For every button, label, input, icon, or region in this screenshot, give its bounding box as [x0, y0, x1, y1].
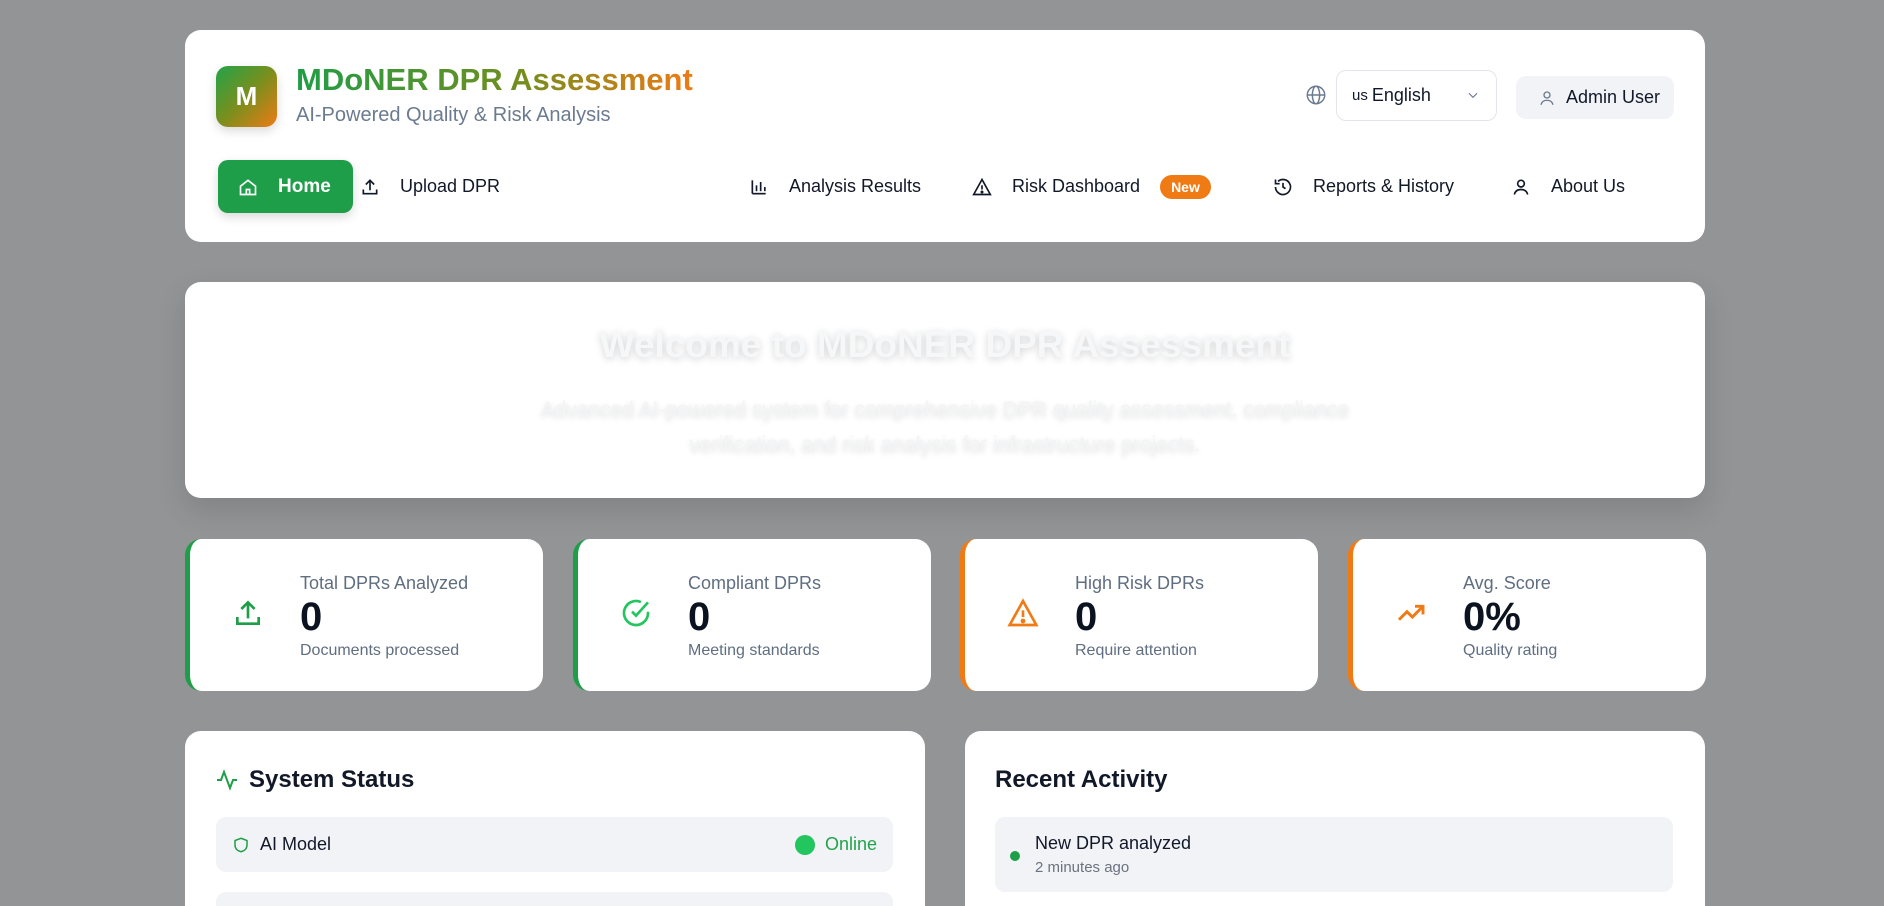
globe-icon	[1306, 85, 1326, 105]
flag-icon: us	[1352, 87, 1368, 104]
hero-banner: Welcome to MDoNER DPR Assessment Advance…	[185, 282, 1705, 498]
user-icon	[1540, 90, 1554, 105]
status-row	[216, 892, 893, 906]
user-menu-button[interactable]: Admin User	[1516, 76, 1674, 119]
stat-label: Avg. Score	[1463, 573, 1551, 593]
stat-subtext: Documents processed	[300, 642, 460, 659]
nav-risk-label: Risk Dashboard	[1012, 176, 1141, 196]
upload-icon	[236, 600, 260, 625]
stat-value: 0	[688, 595, 711, 639]
user-icon	[1513, 179, 1529, 195]
upload-icon	[362, 178, 378, 194]
shield-icon	[234, 836, 248, 853]
home-icon	[239, 178, 257, 195]
activity-text: New DPR analyzed	[1035, 833, 1192, 853]
panel-title: System Status	[215, 766, 414, 794]
hero-description: Advanced AI-powered system for comprehen…	[540, 398, 1350, 456]
chevron-down-icon	[1468, 92, 1478, 99]
nav-upload-label: Upload DPR	[400, 176, 501, 196]
status-label-text: AI Model	[260, 834, 332, 854]
bar-chart-icon	[751, 179, 766, 194]
warning-icon	[972, 177, 992, 195]
trending-up-icon	[1397, 604, 1425, 621]
activity-dot	[1010, 851, 1020, 861]
stat-card-avg-score: Avg. Score 0% Quality rating	[1348, 539, 1706, 691]
app-subtitle: AI-Powered Quality & Risk Analysis	[296, 104, 611, 126]
nav-upload-dpr[interactable]: Upload DPR	[360, 160, 500, 213]
app-title: MDoNER DPR Assessment	[296, 62, 693, 97]
language-label: English	[1371, 85, 1431, 105]
stat-card-compliant-dprs: Compliant DPRs 0 Meeting standards	[573, 539, 931, 691]
status-indicator: Online	[794, 834, 877, 855]
stat-label: Total DPRs Analyzed	[300, 573, 469, 593]
nav-home[interactable]: Home	[218, 160, 353, 213]
stat-card-total-dprs: Total DPRs Analyzed 0 Documents processe…	[185, 539, 543, 691]
nav-analysis-label: Analysis Results	[789, 176, 922, 196]
warning-icon	[1007, 598, 1039, 627]
stat-subtext: Quality rating	[1463, 642, 1558, 659]
nav-about-label: About Us	[1551, 176, 1626, 196]
recent-activity-panel: Recent Activity New DPR analyzed 2 minut…	[965, 731, 1705, 906]
stat-value: 0%	[1463, 595, 1521, 639]
new-badge: New	[1160, 174, 1211, 199]
header-card: M MDoNER DPR Assessment AI-Powered Quali…	[185, 30, 1705, 242]
language-select[interactable]: us English	[1336, 70, 1497, 121]
system-status-title: System Status	[249, 766, 415, 793]
stat-value: 0	[1075, 595, 1098, 639]
activity-icon	[217, 769, 237, 791]
stat-card-high-risk-dprs: High Risk DPRs 0 Require attention	[960, 539, 1318, 691]
status-state-text: Online	[824, 834, 877, 854]
recent-activity-title: Recent Activity	[995, 766, 1168, 793]
stat-subtext: Require attention	[1075, 642, 1197, 659]
history-icon	[1274, 178, 1292, 195]
panel-title: Recent Activity	[995, 766, 1168, 794]
user-name: Admin User	[1566, 87, 1661, 107]
nav-about-us[interactable]: About Us	[1511, 160, 1625, 213]
app-logo[interactable]: M	[216, 66, 277, 127]
status-row-label: AI Model	[232, 834, 331, 855]
main-nav: Home Upload DPR Analysis Results Risk Da…	[213, 160, 1625, 213]
check-circle-icon	[622, 599, 650, 627]
nav-analysis-results[interactable]: Analysis Results	[749, 160, 921, 213]
stat-subtext: Meeting standards	[688, 642, 820, 659]
nav-home-label: Home	[278, 175, 331, 197]
stat-value: 0	[300, 595, 323, 639]
nav-reports-history[interactable]: Reports & History	[1273, 160, 1454, 213]
nav-risk-dashboard[interactable]: Risk Dashboard New	[972, 160, 1211, 213]
stat-label: High Risk DPRs	[1075, 573, 1205, 593]
system-status-panel: System Status AI Model Online	[185, 731, 925, 906]
status-row-ai-model: AI Model Online	[216, 817, 893, 872]
activity-time: 2 minutes ago	[1035, 859, 1130, 876]
hero-title: Welcome to MDoNER DPR Assessment	[599, 324, 1291, 365]
nav-reports-label: Reports & History	[1313, 176, 1455, 196]
stat-label: Compliant DPRs	[688, 573, 822, 593]
online-dot	[794, 834, 815, 855]
activity-item: New DPR analyzed 2 minutes ago	[995, 817, 1673, 892]
